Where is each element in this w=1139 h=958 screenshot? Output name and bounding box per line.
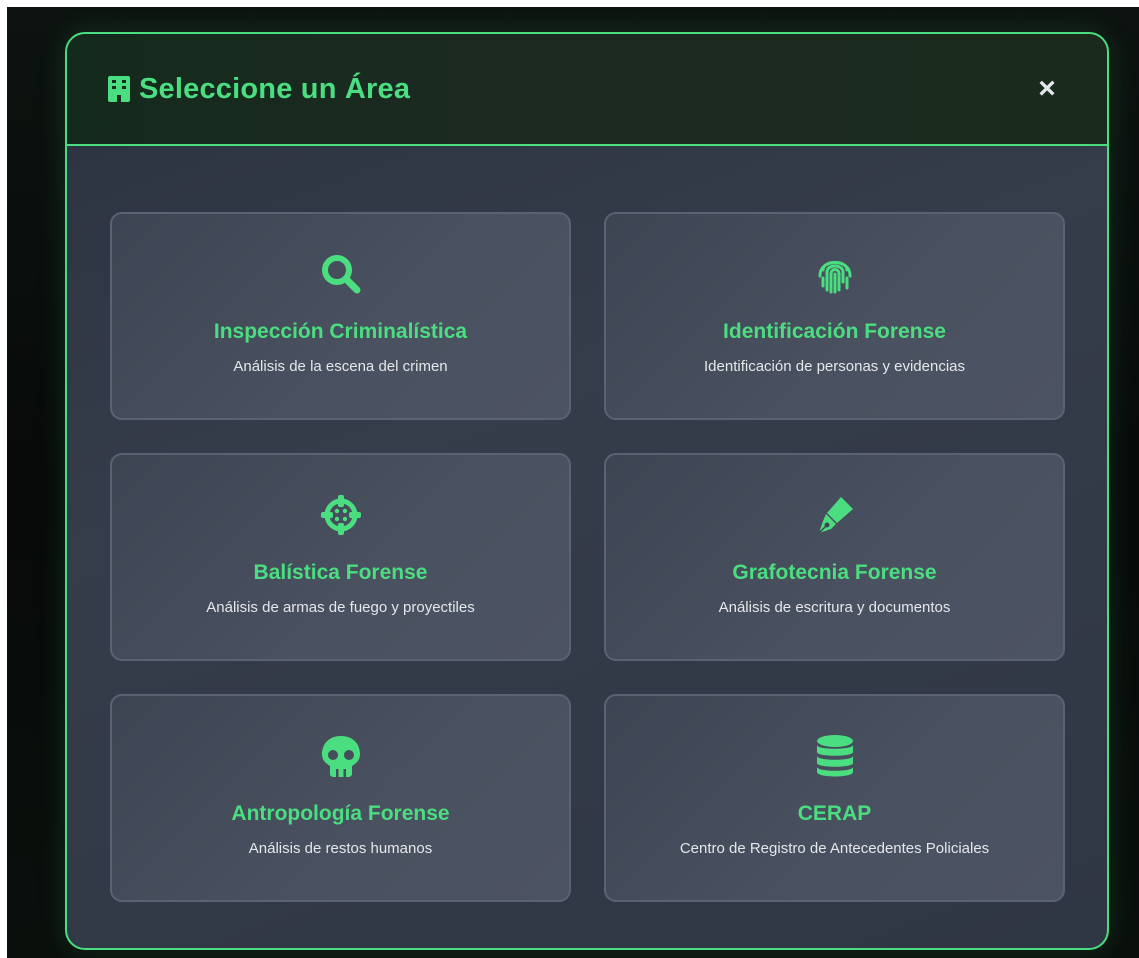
area-card-title: Balística Forense	[253, 561, 428, 584]
modal-title-group: Seleccione un Área	[107, 73, 410, 106]
area-card-title: Identificación Forense	[723, 320, 946, 343]
area-card-description: Centro de Registro de Antecedentes Polic…	[679, 840, 990, 857]
area-card-cerap[interactable]: CERAP Centro de Registro de Antecedentes…	[604, 694, 1065, 902]
page-backdrop: Seleccione un Área × Inspección Criminal…	[7, 7, 1139, 958]
fingerprint-icon	[817, 261, 852, 294]
area-card-inspeccion[interactable]: Inspección Criminalística Análisis de la…	[110, 212, 571, 420]
pen-nib-icon	[817, 497, 853, 534]
area-card-description: Análisis de restos humanos	[248, 840, 433, 857]
area-card-identificacion[interactable]: Identificación Forense Identificación de…	[604, 212, 1065, 420]
search-icon	[321, 255, 360, 294]
area-card-description: Análisis de escritura y documentos	[718, 599, 951, 616]
area-card-description: Identificación de personas y evidencias	[704, 358, 965, 375]
crosshairs-icon	[320, 495, 361, 535]
area-selection-modal: Seleccione un Área × Inspección Criminal…	[65, 32, 1109, 950]
area-card-title: Grafotecnia Forense	[732, 561, 937, 584]
area-grid: Inspección Criminalística Análisis de la…	[110, 212, 1065, 902]
area-card-grafotecnia[interactable]: Grafotecnia Forense Análisis de escritur…	[604, 453, 1065, 661]
modal-title: Seleccione un Área	[139, 72, 411, 105]
area-card-title: CERAP	[797, 802, 872, 825]
skull-icon	[321, 736, 360, 777]
area-card-description: Análisis de la escena del crimen	[233, 358, 448, 375]
area-card-balistica[interactable]: Balística Forense Análisis de armas de f…	[110, 453, 571, 661]
database-icon	[816, 735, 853, 777]
area-card-antropologia[interactable]: Antropología Forense Análisis de restos …	[110, 694, 571, 902]
area-card-description: Análisis de armas de fuego y proyectiles	[206, 599, 475, 616]
modal-header: Seleccione un Área ×	[67, 34, 1107, 146]
area-card-title: Antropología Forense	[231, 802, 450, 825]
area-card-title: Inspección Criminalística	[213, 320, 468, 343]
close-button[interactable]: ×	[1032, 74, 1062, 104]
building-icon	[108, 76, 130, 102]
